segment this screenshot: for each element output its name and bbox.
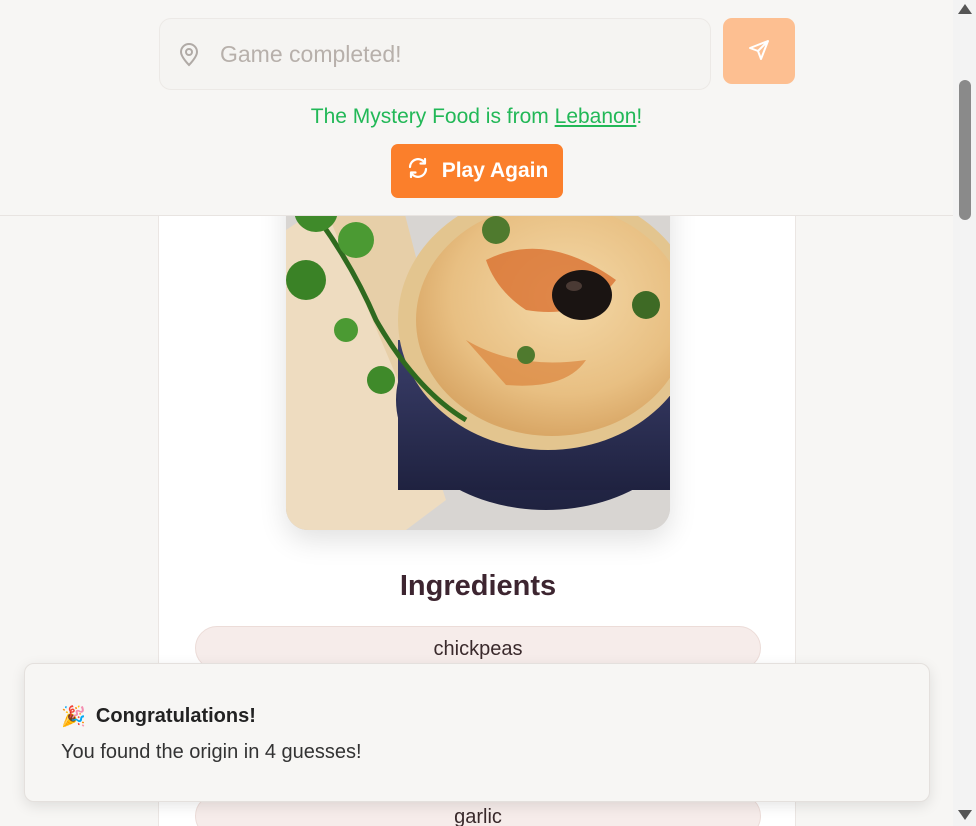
result-message: The Mystery Food is from Lebanon!: [0, 105, 953, 129]
vertical-scrollbar[interactable]: [953, 0, 976, 826]
send-icon: [747, 38, 771, 65]
country-link[interactable]: Lebanon: [555, 105, 637, 128]
scroll-down-arrow-icon[interactable]: [958, 810, 972, 820]
food-photo: [286, 170, 670, 530]
play-again-label: Play Again: [441, 159, 549, 182]
scroll-up-arrow-icon[interactable]: [958, 4, 972, 14]
game-header: The Mystery Food is from Lebanon! Play A…: [0, 0, 953, 216]
guess-input[interactable]: [220, 19, 700, 89]
result-prefix: The Mystery Food is from: [310, 105, 555, 128]
guess-field[interactable]: [159, 18, 711, 90]
party-popper-icon: 🎉: [61, 706, 86, 728]
ingredients-title: Ingredients: [399, 570, 557, 602]
toast-message: You found the origin in 4 guesses!: [61, 741, 362, 763]
scrollbar-thumb[interactable]: [959, 80, 971, 220]
toast-title: Congratulations!: [95, 705, 256, 727]
refresh-icon: [406, 156, 430, 186]
toast-title-row: 🎉 Congratulations!: [61, 704, 256, 729]
map-pin-icon: [178, 43, 200, 67]
result-suffix: !: [636, 105, 643, 128]
play-again-button[interactable]: Play Again: [391, 144, 563, 198]
submit-guess-button[interactable]: [723, 18, 795, 84]
app-viewport: Ingredients chickpeas garlic The Mystery: [0, 0, 976, 826]
congrats-toast: 🎉 Congratulations! You found the origin …: [24, 663, 930, 802]
